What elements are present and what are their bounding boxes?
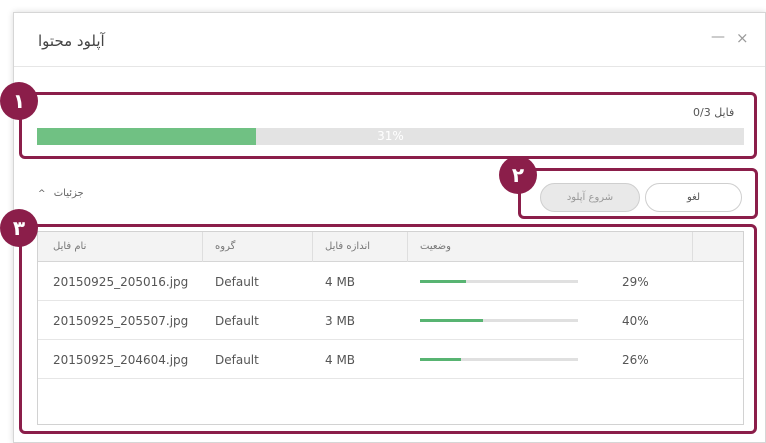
- close-icon[interactable]: ×: [736, 29, 749, 47]
- details-toggle-label: جزئیات: [53, 188, 84, 199]
- highlight-progress-section: [19, 92, 757, 159]
- details-toggle[interactable]: ^ جزئیات: [38, 188, 84, 199]
- dialog-title: آپلود محتوا: [38, 32, 105, 50]
- chevron-up-icon: ^: [38, 189, 46, 199]
- highlight-table-section: [19, 224, 757, 434]
- title-bar: آپلود محتوا — ×: [14, 13, 765, 67]
- annotation-badge-1: ۱: [0, 82, 38, 120]
- annotation-badge-2: ۲: [499, 156, 537, 194]
- highlight-buttons-section: [518, 168, 758, 219]
- minimize-icon[interactable]: —: [711, 29, 725, 45]
- annotation-badge-3: ۳: [0, 209, 38, 247]
